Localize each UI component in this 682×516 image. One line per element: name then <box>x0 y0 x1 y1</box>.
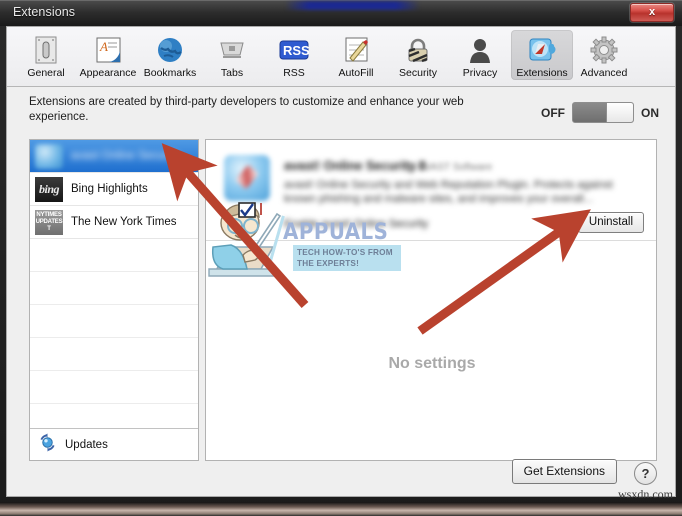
tab-bookmarks[interactable]: Bookmarks <box>139 30 201 80</box>
tab-rss-label: RSS <box>283 67 305 79</box>
list-empty-row <box>30 239 198 272</box>
updates-label: Updates <box>65 438 108 451</box>
list-empty-row <box>30 305 198 338</box>
toggle-off-label: OFF <box>541 105 565 120</box>
toggle-knob <box>606 103 633 122</box>
tab-appearance[interactable]: A Appearance <box>77 30 139 80</box>
title-bar: Extensions x <box>0 0 682 26</box>
list-item-label: avast Online Security <box>71 150 180 162</box>
list-item-bing-highlights[interactable]: bing Bing Highlights <box>30 173 198 206</box>
get-extensions-button[interactable]: Get Extensions <box>511 459 617 484</box>
preferences-client-area: General A Appearance Bookmarks Tabs RSS … <box>6 26 676 497</box>
extensions-description: Extensions are created by third-party de… <box>29 96 464 123</box>
list-empty-row <box>30 272 198 305</box>
list-item-avast[interactable]: avast Online Security <box>30 140 198 173</box>
list-empty-area <box>30 239 198 437</box>
site-watermark: wsxdn.com <box>618 487 673 501</box>
title-bar-blur-artifact <box>285 1 420 10</box>
tab-advanced-label: Advanced <box>580 67 628 79</box>
appearance-icon: A <box>77 33 139 66</box>
list-item-label: Bing Highlights <box>71 183 148 195</box>
window-title: Extensions <box>13 5 76 19</box>
nyt-glyph-line2: UPDATES <box>35 218 63 225</box>
toggle-on-label: ON <box>641 105 659 120</box>
tab-privacy-label: Privacy <box>462 67 498 79</box>
tab-advanced[interactable]: Advanced <box>573 30 635 80</box>
preferences-window: Extensions x General A Appearance Bookma… <box>0 0 682 516</box>
list-empty-row <box>30 338 198 371</box>
tab-autofill[interactable]: AutoFill <box>325 30 387 80</box>
svg-text:A: A <box>99 39 108 54</box>
privacy-icon <box>449 33 511 66</box>
tab-extensions[interactable]: Extensions <box>511 30 573 80</box>
detail-separator <box>206 240 656 241</box>
refresh-icon <box>38 432 57 457</box>
bing-icon: bing <box>35 176 63 202</box>
extensions-icon <box>511 33 573 66</box>
help-button[interactable]: ? <box>634 462 657 485</box>
extension-icon <box>224 155 270 201</box>
extensions-list[interactable]: avast Online Security bing Bing Highligh… <box>29 139 199 461</box>
tab-general[interactable]: General <box>15 30 77 80</box>
tab-autofill-label: AutoFill <box>338 67 374 79</box>
tab-security-label: Security <box>399 67 437 79</box>
extension-detail-panel: avast! Online Security 8 by AVAST Softwa… <box>205 139 657 461</box>
sidebar-item-updates[interactable]: Updates <box>30 428 198 460</box>
list-item-new-york-times[interactable]: NYTIMES UPDATES T The New York Times <box>30 206 198 239</box>
tab-tabs-label: Tabs <box>220 67 244 79</box>
list-item-label: The New York Times <box>71 216 177 228</box>
extensions-enable-toggle[interactable] <box>572 102 634 123</box>
nytimes-icon: NYTIMES UPDATES T <box>35 209 63 235</box>
extension-description: avast! Online Security and Web Reputatio… <box>284 179 613 205</box>
general-icon <box>15 33 77 66</box>
nyt-glyph-line3: T <box>47 225 51 232</box>
tab-extensions-label: Extensions <box>516 67 568 79</box>
tab-security[interactable]: Security <box>387 30 449 80</box>
preferences-toolbar: General A Appearance Bookmarks Tabs RSS … <box>7 27 675 87</box>
advanced-icon <box>573 33 635 66</box>
extensions-toggle-group: OFF ON <box>541 102 659 123</box>
nyt-glyph-line1: NYTIMES <box>36 211 62 218</box>
no-settings-label: No settings <box>388 355 476 372</box>
tab-appearance-label: Appearance <box>79 67 137 79</box>
extension-title: avast! Online Security 8 <box>284 159 426 173</box>
extension-enable-checkbox-label[interactable]: Enable avast! Online Security <box>284 218 428 230</box>
tab-general-label: General <box>27 67 65 79</box>
uninstall-button[interactable]: Uninstall <box>577 212 644 233</box>
tab-tabs[interactable]: Tabs <box>201 30 263 80</box>
rss-icon: RSS <box>263 33 325 66</box>
security-icon <box>387 33 449 66</box>
bookmarks-icon <box>139 33 201 66</box>
tab-bookmarks-label: Bookmarks <box>143 67 197 79</box>
svg-text:RSS: RSS <box>283 43 309 58</box>
tabs-icon <box>201 33 263 66</box>
tab-rss[interactable]: RSS RSS <box>263 30 325 80</box>
extension-author: by AVAST Software <box>406 162 493 173</box>
close-button[interactable]: x <box>630 3 674 22</box>
autofill-icon <box>325 33 387 66</box>
tab-privacy[interactable]: Privacy <box>449 30 511 80</box>
safari-extension-icon <box>35 143 63 169</box>
bing-glyph: bing <box>38 181 60 196</box>
window-bottom-bevel <box>0 502 682 516</box>
list-empty-row <box>30 371 198 404</box>
